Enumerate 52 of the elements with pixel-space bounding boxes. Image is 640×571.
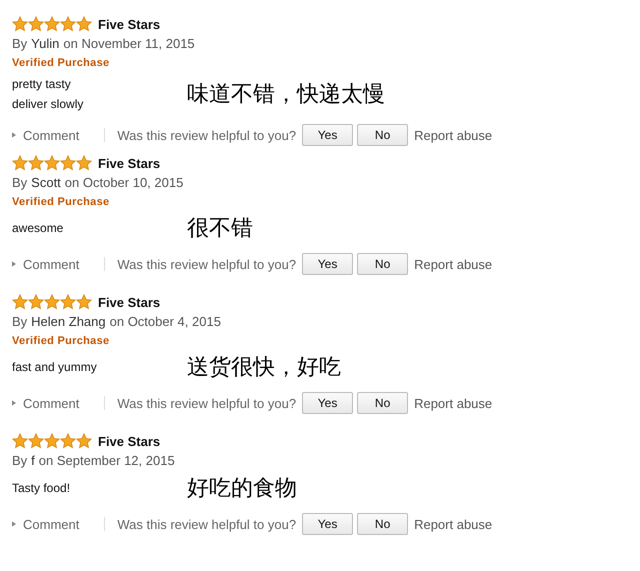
review-date: on October 10, 2015 [64, 174, 184, 192]
helpful-question: Was this review helpful to you? [117, 256, 296, 272]
verified-purchase-label: Verified Purchase [12, 56, 110, 71]
review-title[interactable]: Five Stars [98, 156, 160, 170]
review-date: on October 4, 2015 [110, 313, 221, 331]
verified-purchase-label: Verified Purchase [12, 334, 110, 349]
annotation-text: 好吃的食物 [187, 475, 297, 503]
yes-button[interactable]: Yes [302, 513, 354, 535]
review-title[interactable]: Five Stars [98, 16, 160, 32]
author-link[interactable]: Helen Zhang [31, 312, 106, 332]
verified-purchase-label: Verified Purchase [12, 195, 110, 210]
byline-label: By [12, 313, 28, 331]
report-abuse-link[interactable]: Report abuse [414, 396, 492, 410]
triangle-icon [12, 261, 16, 267]
helpful-question: Was this review helpful to you? [117, 516, 296, 532]
no-button[interactable]: No [357, 392, 408, 414]
annotation-text: 很不错 [187, 215, 253, 243]
byline-label: By [12, 174, 28, 192]
review-date: on November 11, 2015 [63, 35, 195, 53]
no-button[interactable]: No [357, 253, 408, 275]
byline-label: By [12, 452, 28, 470]
no-button[interactable]: No [357, 513, 408, 535]
triangle-icon [12, 400, 16, 406]
review-text: Tasty food! [12, 480, 72, 497]
review-text: deliver slowly [12, 96, 84, 113]
no-button[interactable]: No [357, 124, 408, 146]
author-link[interactable]: Yulin [31, 34, 60, 54]
comment-link[interactable]: Comment [23, 128, 80, 142]
triangle-icon [12, 521, 16, 527]
comment-link[interactable]: Comment [23, 516, 80, 532]
helpful-question: Was this review helpful to you? [117, 128, 296, 142]
report-abuse-link[interactable]: Report abuse [414, 256, 492, 272]
review-text: pretty tasty [12, 76, 72, 93]
report-abuse-link[interactable]: Report abuse [414, 516, 492, 532]
review-title[interactable]: Five Stars [98, 434, 160, 448]
yes-button[interactable]: Yes [302, 253, 354, 275]
author-link[interactable]: f [31, 451, 35, 471]
author-link[interactable]: Scott [31, 173, 61, 193]
comment-link[interactable]: Comment [23, 256, 80, 272]
annotation-text: 味道不错，快递太慢 [187, 81, 385, 109]
review-title[interactable]: Five Stars [98, 294, 160, 310]
review-text: awesome [12, 220, 64, 237]
report-abuse-link[interactable]: Report abuse [414, 128, 492, 142]
byline-label: By [12, 35, 28, 53]
yes-button[interactable]: Yes [302, 124, 354, 146]
comment-link[interactable]: Comment [23, 396, 80, 410]
triangle-icon [12, 132, 16, 138]
review-date: on September 12, 2015 [38, 452, 175, 470]
annotation-text: 送货很快，好吃 [187, 354, 341, 382]
helpful-question: Was this review helpful to you? [117, 396, 296, 410]
yes-button[interactable]: Yes [302, 392, 354, 414]
review-text: fast and yummy [12, 359, 98, 376]
